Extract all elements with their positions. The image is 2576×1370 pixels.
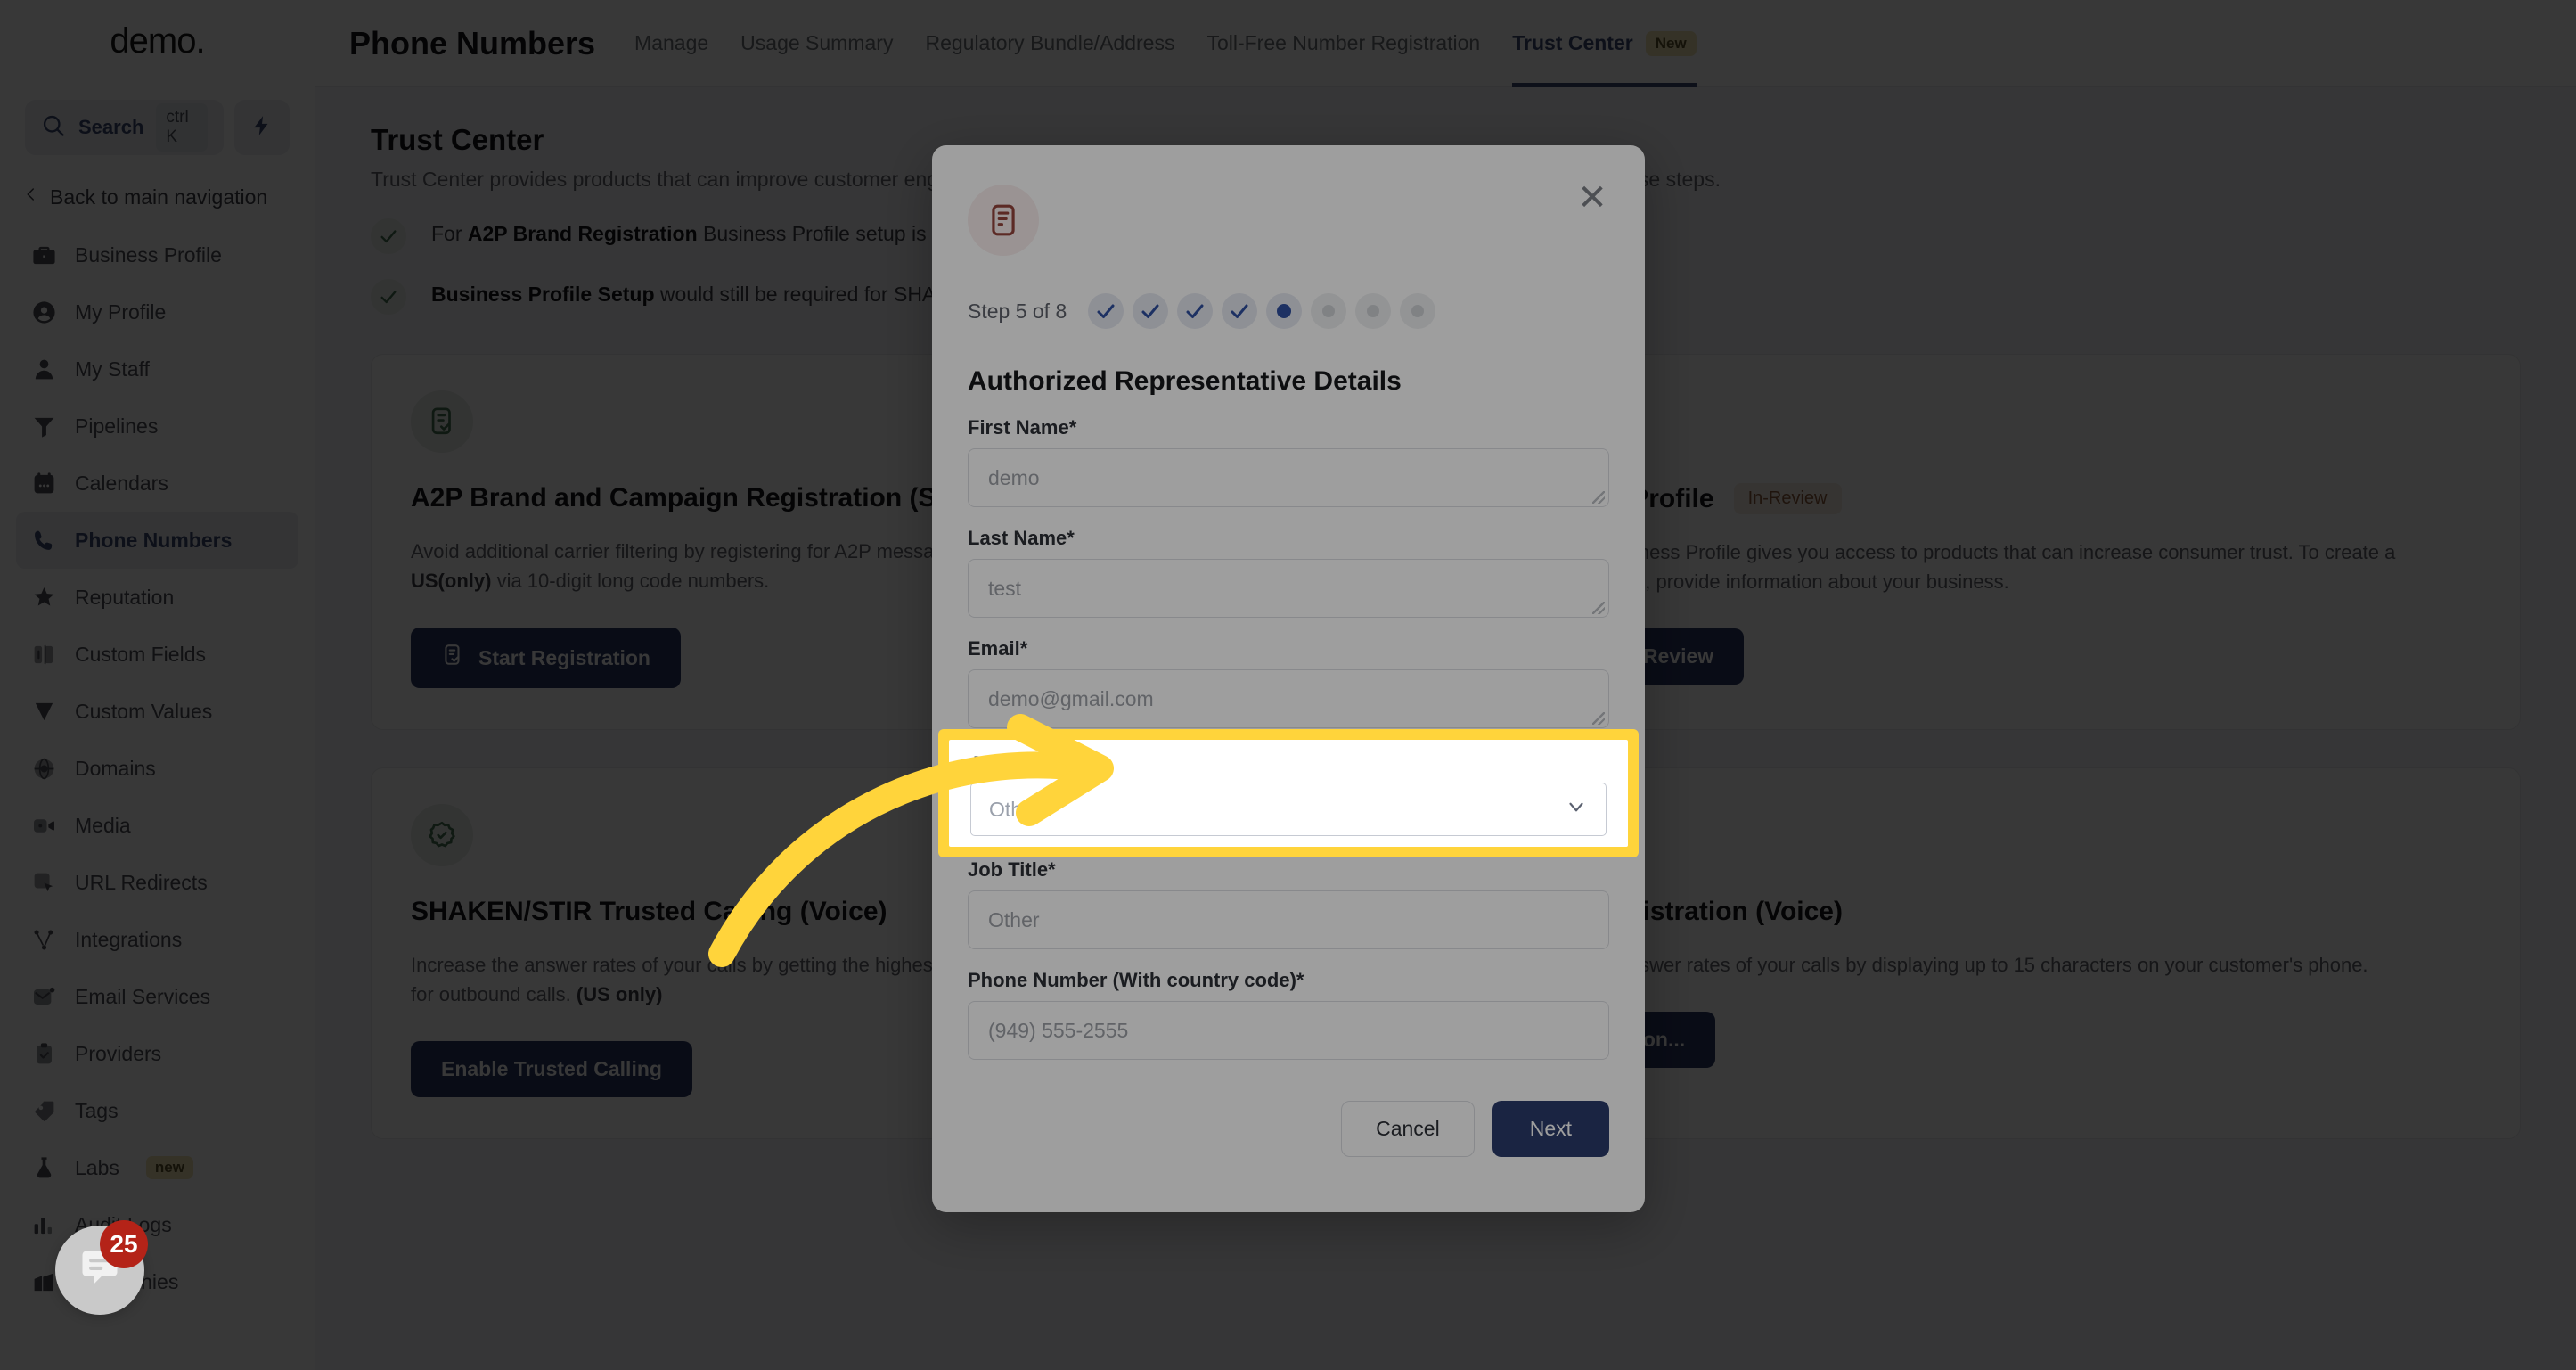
last-name-field-group: Last Name* test bbox=[968, 527, 1609, 618]
field-placeholder: Other bbox=[988, 907, 1040, 931]
field-label: Email* bbox=[968, 637, 1028, 660]
field-placeholder: (949) 555-2555 bbox=[988, 1018, 1129, 1042]
job-position-label: Job Position* bbox=[970, 752, 1096, 775]
document-lines-icon bbox=[968, 185, 1039, 256]
next-button[interactable]: Next bbox=[1492, 1101, 1609, 1157]
phone-number-field[interactable]: (949) 555-2555 bbox=[968, 1001, 1609, 1060]
step-dot-7 bbox=[1355, 293, 1392, 329]
field-placeholder: test bbox=[988, 576, 1022, 600]
chat-unread-count: 25 bbox=[100, 1220, 148, 1268]
step-dot-8 bbox=[1400, 293, 1436, 329]
field-placeholder: demo bbox=[988, 465, 1040, 489]
job-position-field-highlighted: Job Position* Other bbox=[949, 740, 1628, 847]
step-dot-6 bbox=[1311, 293, 1347, 329]
step-dot-4 bbox=[1222, 293, 1258, 329]
cancel-button[interactable]: Cancel bbox=[1341, 1101, 1475, 1157]
step-dot-3 bbox=[1177, 293, 1214, 329]
job-title-field-group: Job Title* Other bbox=[968, 858, 1609, 949]
step-label: Step 5 of 8 bbox=[968, 299, 1067, 323]
email-field-group: Email* demo@gmail.com bbox=[968, 637, 1609, 728]
step-dots bbox=[1088, 293, 1436, 329]
last-name-field[interactable]: test bbox=[968, 559, 1609, 618]
field-label: Phone Number (With country code)* bbox=[968, 969, 1304, 991]
step-dot-1 bbox=[1088, 293, 1124, 329]
phone-number-field-group: Phone Number (With country code)* (949) 5… bbox=[968, 969, 1609, 1060]
first-name-field[interactable]: demo bbox=[968, 448, 1609, 507]
modal-title: Authorized Representative Details bbox=[968, 366, 1402, 396]
field-placeholder: demo@gmail.com bbox=[988, 686, 1154, 710]
step-dot-2 bbox=[1133, 293, 1169, 329]
field-label: First Name* bbox=[968, 416, 1077, 439]
modal-footer: Cancel Next bbox=[968, 1101, 1609, 1157]
close-icon[interactable]: ✕ bbox=[1574, 179, 1611, 217]
chevron-down-icon bbox=[1565, 795, 1588, 824]
email-field[interactable]: demo@gmail.com bbox=[968, 669, 1609, 728]
job-position-value: Other bbox=[989, 797, 1041, 821]
step-dot-5 bbox=[1266, 293, 1303, 329]
job-position-select[interactable]: Other bbox=[970, 783, 1607, 836]
job-title-field[interactable]: Other bbox=[968, 890, 1609, 949]
authorized-representative-modal: ✕ Step 5 of 8 Authorized Representative … bbox=[932, 145, 1645, 1212]
step-indicator: Step 5 of 8 bbox=[968, 293, 1609, 329]
field-label: Job Title* bbox=[968, 858, 1056, 881]
job-position-highlight: Job Position* Other bbox=[938, 729, 1639, 857]
first-name-field-group: First Name* demo bbox=[968, 416, 1609, 507]
field-label: Last Name* bbox=[968, 527, 1075, 549]
chat-widget-button[interactable]: 25 bbox=[55, 1220, 148, 1315]
